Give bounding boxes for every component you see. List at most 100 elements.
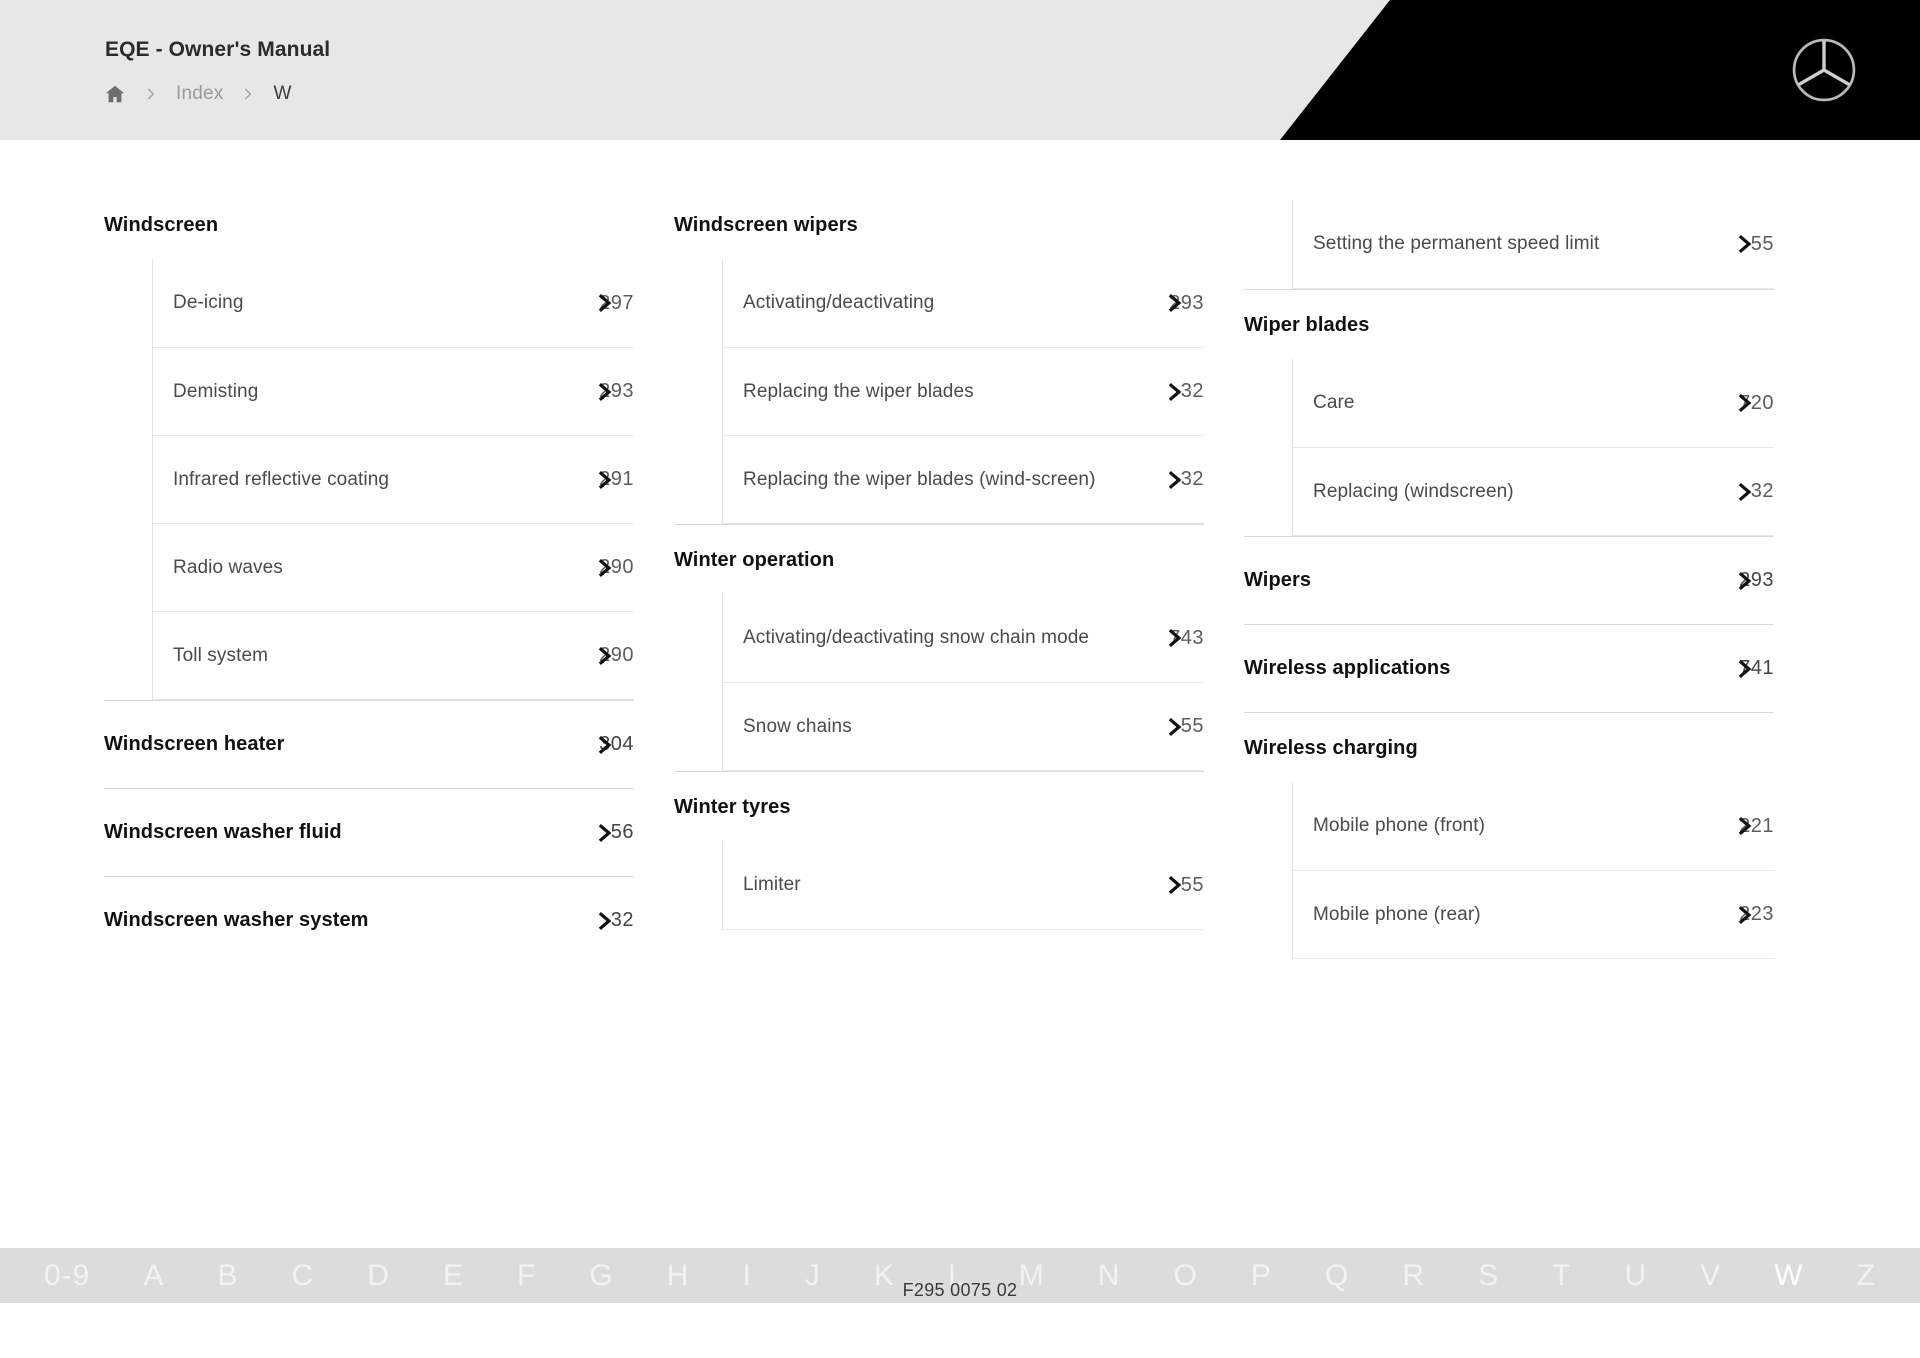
index-group-label: Winter operation <box>674 549 835 571</box>
chevron-right-icon <box>1734 904 1756 926</box>
index-column: Windscreen wipers Activating/deactivating… <box>674 200 1244 964</box>
index-subentry[interactable]: Limiter 55 <box>723 841 1204 929</box>
index-subentry[interactable]: Demisting 293 <box>153 347 634 435</box>
page-number: 32 <box>1716 480 1774 503</box>
chevron-right-icon <box>594 381 616 403</box>
index-column: Setting the permanent speed limit 55 Wiper… <box>1244 200 1814 964</box>
index-subentry-label: Setting the permanent speed limit <box>1313 233 1600 255</box>
chevron-right-icon <box>1164 627 1186 649</box>
page-number: 293 <box>1146 292 1204 315</box>
app-header: EQE - Owner's Manual Index W <box>0 0 1920 140</box>
page-number: 223 <box>1716 903 1774 926</box>
index-subentry[interactable]: Replacing the wiper blades 32 <box>723 347 1204 435</box>
index-group-label: Wiper blades <box>1244 314 1370 336</box>
home-icon[interactable] <box>104 83 126 105</box>
page-number: 293 <box>576 380 634 403</box>
chevron-right-icon <box>1734 392 1756 414</box>
page-number: 291 <box>576 468 634 491</box>
page-number: 304 <box>576 733 634 756</box>
page-number: 743 <box>1146 627 1204 650</box>
chevron-right-icon <box>1734 233 1756 255</box>
chevron-right-icon <box>1734 481 1756 503</box>
breadcrumb-item-index[interactable]: Index <box>176 83 223 105</box>
chevron-right-icon <box>594 469 616 491</box>
chevron-right-icon <box>1164 874 1186 896</box>
index-subentry[interactable]: Mobile phone (front) 221 <box>1293 782 1774 870</box>
index-content: Windscreen De-icing 297 Demisting 293 Infrare… <box>0 140 1920 1303</box>
chevron-right-icon-2 <box>241 85 255 103</box>
breadcrumb-item-current[interactable]: W <box>273 83 291 105</box>
index-subentry[interactable]: Snow chains 55 <box>723 682 1204 770</box>
page-number: 221 <box>1716 815 1774 838</box>
index-subentry-label: Mobile phone (front) <box>1313 815 1486 837</box>
index-subentry-list: Setting the permanent speed limit 55 <box>1292 200 1774 289</box>
index-subentry[interactable]: De-icing 297 <box>153 259 634 347</box>
document-code: F295 0075 02 <box>902 1280 1018 1300</box>
index-subentry[interactable]: Radio waves 290 <box>153 523 634 611</box>
page-number: 293 <box>1716 569 1774 592</box>
index-subentry-label: Replacing the wiper blades (wind-screen) <box>743 468 1096 490</box>
index-column: Windscreen De-icing 297 Demisting 293 Infrare… <box>104 200 674 964</box>
index-subentry-label: Care <box>1313 392 1355 414</box>
page-number: 32 <box>576 909 634 932</box>
index-group-heading[interactable]: Windscreen <box>104 200 634 259</box>
index-subentry-list: Limiter 55 <box>722 841 1204 930</box>
index-entry-label: Wireless applications <box>1244 657 1451 679</box>
index-subentry[interactable]: Care 720 <box>1293 359 1774 447</box>
index-entry-label: Windscreen washer system <box>104 909 369 931</box>
index-subentry-label: Snow chains <box>743 715 852 737</box>
index-subentry-list: De-icing 297 Demisting 293 Infrared reflecti… <box>152 259 634 700</box>
index-group-heading[interactable]: Winter operation <box>674 524 1204 594</box>
page-number: 741 <box>1716 657 1774 680</box>
index-subentry-label: Limiter <box>743 874 801 896</box>
index-group-heading[interactable]: Winter tyres <box>674 771 1204 841</box>
index-entry-top[interactable]: Windscreen washer fluid 56 <box>104 788 634 876</box>
index-entry-top[interactable]: Windscreen washer system 32 <box>104 876 634 964</box>
index-subentry-label: Radio waves <box>173 556 283 578</box>
index-entry-top[interactable]: Wipers 293 <box>1244 536 1774 624</box>
page-title: EQE - Owner's Manual <box>105 38 331 61</box>
page-number: 290 <box>576 644 634 667</box>
index-subentry[interactable]: Activating/deactivating snow chain mode 7… <box>723 594 1204 682</box>
chevron-right-icon <box>1164 292 1186 314</box>
index-subentry-label: Activating/deactivating snow chain mode <box>743 627 1090 649</box>
index-subentry-label: Mobile phone (rear) <box>1313 903 1481 925</box>
page-number: 720 <box>1716 392 1774 415</box>
index-subentry-label: Activating/deactivating <box>743 292 935 314</box>
index-subentry[interactable]: Setting the permanent speed limit 55 <box>1293 200 1774 288</box>
index-entry-top[interactable]: Windscreen heater 304 <box>104 700 634 788</box>
index-subentry-list: Care 720 Replacing (windscreen) 32 <box>1292 359 1774 536</box>
index-entry-label: Windscreen washer fluid <box>104 821 342 843</box>
index-subentry-list: Activating/deactivating 293 Replacing the … <box>722 259 1204 524</box>
index-subentry[interactable]: Replacing (windscreen) 32 <box>1293 447 1774 535</box>
index-subentry[interactable]: Infrared reflective coating 291 <box>153 435 634 523</box>
index-subentry-label: Replacing (windscreen) <box>1313 480 1514 502</box>
chevron-right-icon <box>594 910 616 932</box>
index-subentry[interactable]: Toll system 290 <box>153 611 634 699</box>
index-subentry[interactable]: Replacing the wiper blades (wind-screen)… <box>723 435 1204 523</box>
index-subentry-label: Replacing the wiper blades <box>743 380 974 402</box>
chevron-right-icon <box>1734 570 1756 592</box>
index-subentry-label: De-icing <box>173 292 244 314</box>
index-group-heading[interactable]: Wireless charging <box>1244 712 1774 782</box>
page-number: 297 <box>576 292 634 315</box>
index-group-label: Windscreen <box>104 214 219 236</box>
page-number: 290 <box>576 556 634 579</box>
breadcrumb: Index W <box>104 80 292 108</box>
index-subentry-list: Activating/deactivating snow chain mode 7… <box>722 594 1204 771</box>
chevron-right-icon <box>594 734 616 756</box>
index-entry-top[interactable]: Wireless applications 741 <box>1244 624 1774 712</box>
index-entry-label: Windscreen heater <box>104 733 285 755</box>
page-number: 55 <box>1716 233 1774 256</box>
index-subentry[interactable]: Mobile phone (rear) 223 <box>1293 870 1774 958</box>
chevron-right-icon <box>594 292 616 314</box>
page-number: 55 <box>1146 874 1204 897</box>
index-group-heading[interactable]: Windscreen wipers <box>674 200 1204 259</box>
index-group-heading[interactable]: Wiper blades <box>1244 289 1774 359</box>
page-number: 32 <box>1146 468 1204 491</box>
chevron-right-icon <box>594 557 616 579</box>
index-subentry-label: Toll system <box>173 644 269 666</box>
index-columns: Windscreen De-icing 297 Demisting 293 Infrare… <box>104 200 1816 964</box>
mercedes-star-logo <box>1790 36 1858 104</box>
index-subentry[interactable]: Activating/deactivating 293 <box>723 259 1204 347</box>
